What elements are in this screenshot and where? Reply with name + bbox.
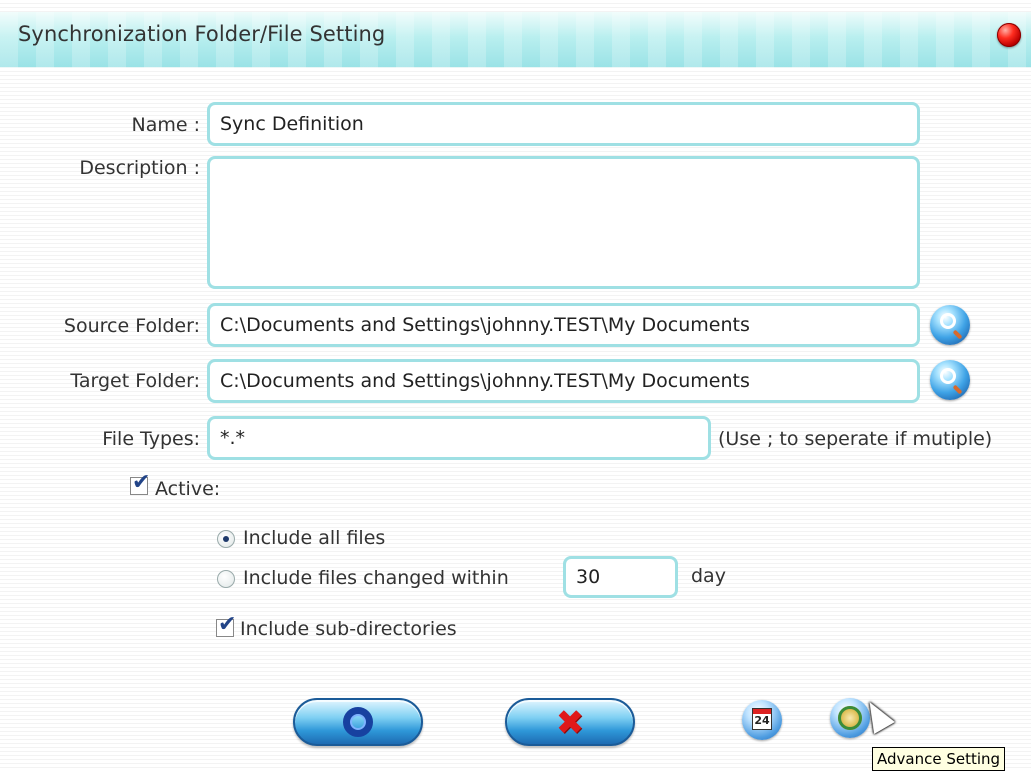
advance-setting-tooltip: Advance Setting bbox=[872, 747, 1006, 771]
active-label: Active: bbox=[155, 478, 221, 500]
source-browse-button[interactable] bbox=[930, 305, 970, 345]
target-browse-button[interactable] bbox=[930, 360, 970, 400]
include-all-radio[interactable] bbox=[217, 530, 235, 548]
include-subdirs-label: Include sub-directories bbox=[240, 618, 457, 640]
red-x-icon: ✖ bbox=[555, 703, 585, 743]
calendar-icon: 24 bbox=[752, 708, 772, 730]
checkmark-icon: ✔ bbox=[132, 470, 151, 495]
target-folder-input[interactable] bbox=[207, 359, 920, 403]
days-input[interactable] bbox=[563, 556, 678, 598]
source-folder-label: Source Folder: bbox=[63, 315, 200, 337]
checkmark-icon: ✔ bbox=[218, 612, 237, 637]
magnifier-icon bbox=[940, 313, 956, 329]
sync-setting-window: Synchronization Folder/File Setting Name… bbox=[0, 0, 1031, 771]
schedule-button[interactable]: 24 bbox=[742, 700, 782, 740]
include-subdirs-checkbox[interactable]: ✔ bbox=[216, 614, 236, 637]
calendar-day: 24 bbox=[754, 714, 770, 727]
ok-button[interactable] bbox=[293, 698, 423, 746]
include-changed-label: Include files changed within bbox=[243, 567, 509, 589]
days-unit-label: day bbox=[691, 565, 726, 587]
file-types-hint: (Use ; to seperate if mutiple) bbox=[718, 428, 993, 450]
radio-selected-dot bbox=[223, 536, 229, 542]
description-textarea[interactable] bbox=[207, 156, 920, 289]
close-button[interactable] bbox=[997, 23, 1021, 47]
source-folder-input[interactable] bbox=[207, 303, 920, 347]
title-bar: Synchronization Folder/File Setting bbox=[0, 12, 1031, 68]
target-folder-label: Target Folder: bbox=[70, 370, 200, 392]
ok-circle-icon bbox=[343, 707, 373, 737]
gear-icon bbox=[838, 706, 862, 730]
active-checkbox[interactable]: ✔ bbox=[130, 472, 150, 495]
include-changed-radio[interactable] bbox=[217, 570, 235, 588]
include-all-label: Include all files bbox=[243, 527, 386, 549]
magnifier-icon bbox=[940, 368, 956, 384]
name-input[interactable] bbox=[207, 102, 920, 146]
description-label: Description : bbox=[79, 157, 200, 179]
name-label: Name : bbox=[131, 114, 201, 136]
file-types-label: File Types: bbox=[102, 428, 200, 450]
cancel-button[interactable]: ✖ bbox=[505, 698, 635, 746]
file-types-input[interactable] bbox=[207, 416, 711, 460]
window-title: Synchronization Folder/File Setting bbox=[18, 22, 386, 46]
